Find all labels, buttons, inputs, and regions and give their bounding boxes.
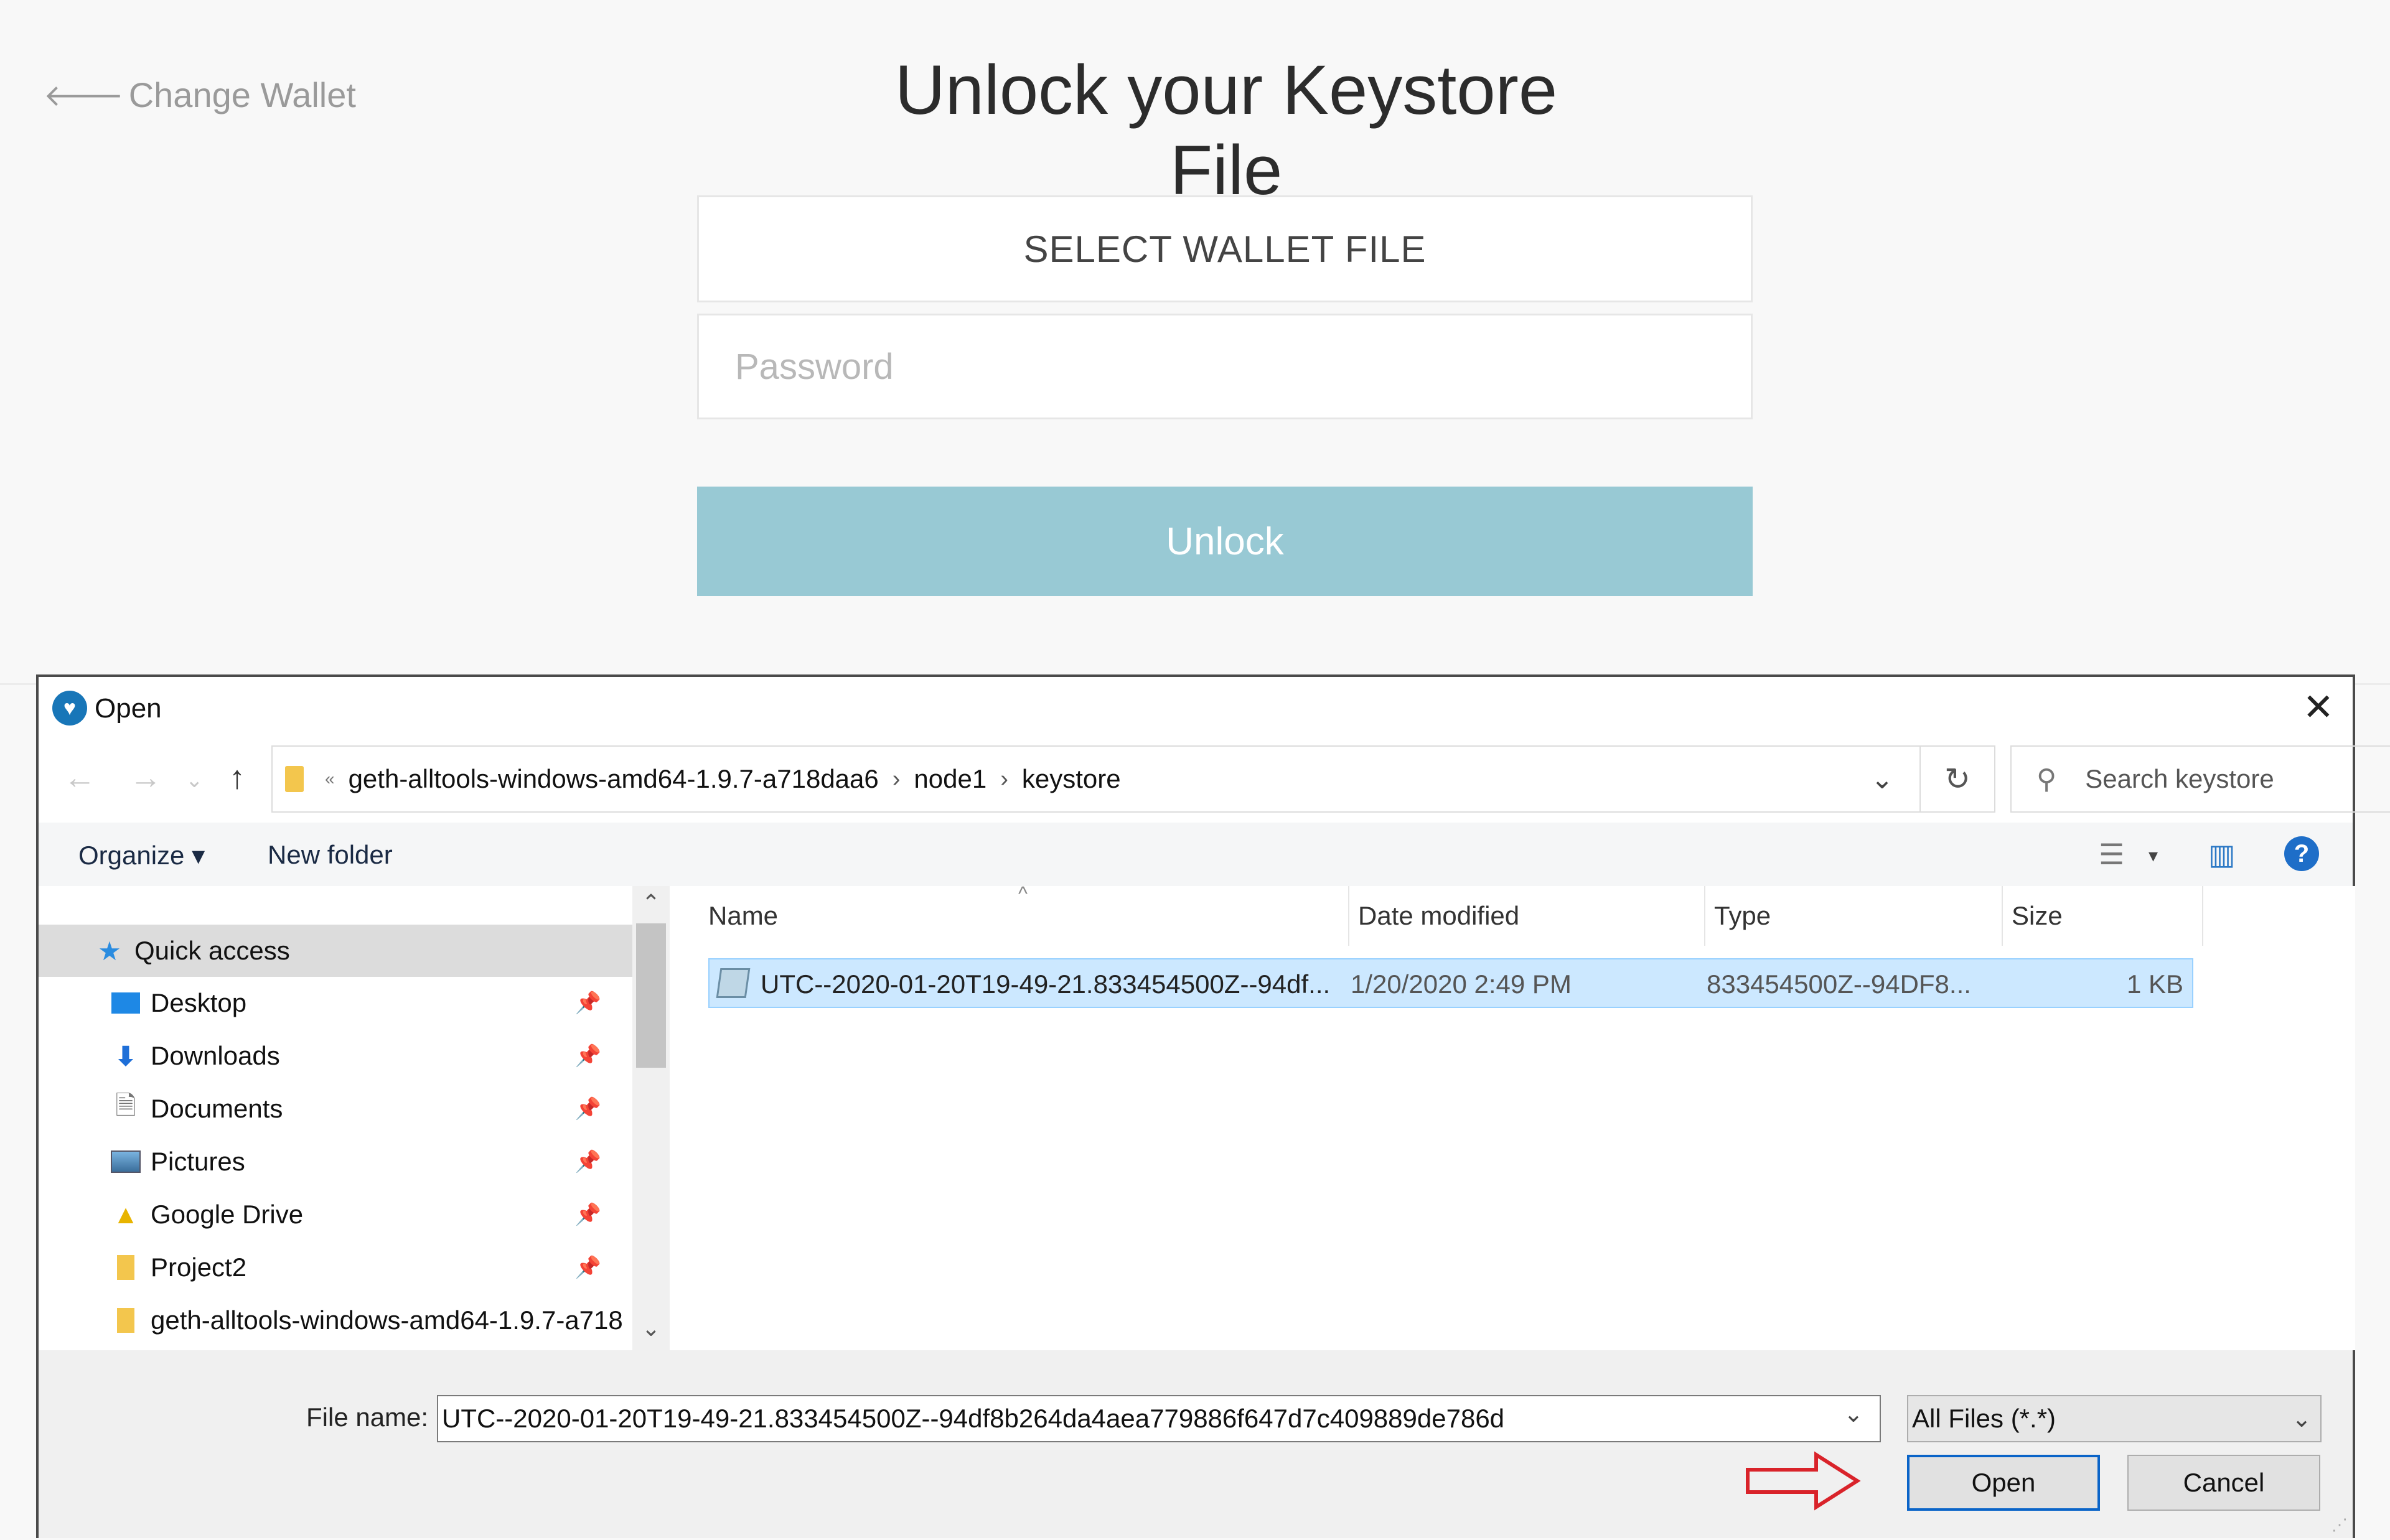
organize-menu[interactable]: Organize ▾ xyxy=(78,840,205,870)
search-icon: ⚲ xyxy=(2036,763,2057,795)
file-name-label: File name: xyxy=(306,1402,429,1432)
forward-arrow-icon[interactable]: → xyxy=(129,759,162,796)
nav-label: Downloads xyxy=(151,1041,280,1070)
google-drive-icon: ▲ xyxy=(113,1200,139,1229)
nav-item-google-drive[interactable]: ▲ Google Drive 📌 xyxy=(39,1188,632,1241)
overflow-chevron-icon[interactable]: « xyxy=(325,769,335,789)
password-input[interactable] xyxy=(697,314,1753,419)
pin-icon[interactable]: 📌 xyxy=(575,1043,601,1068)
search-box[interactable]: ⚲ Search keystore xyxy=(2010,745,2390,813)
pin-icon[interactable]: 📌 xyxy=(575,991,601,1015)
chevron-right-icon[interactable]: › xyxy=(1000,766,1008,793)
nav-label: Desktop xyxy=(151,988,247,1017)
navigation-pane: ★ Quick access Desktop 📌 ⬇ Downloads 📌 🗎… xyxy=(39,886,632,1350)
nav-item-project2[interactable]: Project2 📌 xyxy=(39,1241,632,1294)
folder-icon xyxy=(111,1308,141,1333)
nav-item-downloads[interactable]: ⬇ Downloads 📌 xyxy=(39,1030,632,1082)
chevron-right-icon[interactable]: › xyxy=(893,766,901,793)
scroll-up-icon[interactable]: ⌃ xyxy=(632,890,670,916)
search-placeholder: Search keystore xyxy=(2085,764,2274,793)
nav-label: Project2 xyxy=(151,1253,247,1282)
app-heart-icon: ♥ xyxy=(52,691,87,726)
new-folder-button[interactable]: New folder xyxy=(268,840,393,870)
dialog-toolbar: Organize ▾ New folder ☰ ▾ ▥ ? xyxy=(39,823,2353,886)
select-wallet-file-button[interactable]: SELECT WALLET FILE xyxy=(697,195,1753,302)
nav-label: Quick access xyxy=(134,936,290,965)
file-size: 1 KB xyxy=(2126,969,2183,999)
resize-grip-icon[interactable]: ⋰ xyxy=(2331,1515,2348,1534)
breadcrumb-keystore[interactable]: keystore xyxy=(1022,764,1121,794)
unlock-button[interactable]: Unlock xyxy=(697,487,1753,596)
address-bar[interactable]: « geth-alltools-windows-amd64-1.9.7-a718… xyxy=(271,745,1921,813)
recent-locations-chevron-icon[interactable]: ⌄ xyxy=(185,768,204,793)
arrow-left-icon: 🡐 xyxy=(44,80,124,113)
nav-label: Google Drive xyxy=(151,1200,304,1229)
red-arrow-hint-icon xyxy=(1746,1451,1861,1511)
scroll-thumb[interactable] xyxy=(636,923,666,1068)
pictures-icon xyxy=(111,1150,141,1173)
chevron-down-icon[interactable]: ⌄ xyxy=(1845,747,1919,811)
nav-label: Pictures xyxy=(151,1147,245,1176)
pin-icon[interactable]: 📌 xyxy=(575,1149,601,1174)
file-list: ^ Name Date modified Type Size UTC--2020… xyxy=(670,882,2355,1350)
file-type: 833454500Z--94DF8... xyxy=(1707,969,1971,999)
back-arrow-icon[interactable]: ← xyxy=(63,759,96,796)
file-name: UTC--2020-01-20T19-49-21.833454500Z--94d… xyxy=(761,969,1331,999)
nav-item-pictures[interactable]: Pictures 📌 xyxy=(39,1136,632,1188)
pin-icon[interactable]: 📌 xyxy=(575,1202,601,1227)
refresh-icon[interactable]: ↻ xyxy=(1921,745,1995,813)
breadcrumb-geth[interactable]: geth-alltools-windows-amd64-1.9.7-a718da… xyxy=(349,764,879,794)
nav-label: geth-alltools-windows-amd64-1.9.7-a718 xyxy=(151,1305,623,1335)
star-icon: ★ xyxy=(98,936,121,966)
file-name-input[interactable] xyxy=(437,1395,1881,1442)
dialog-footer: File name: ⌄ All Files (*.*) ⌄ Open Canc… xyxy=(39,1350,2353,1538)
open-button[interactable]: Open xyxy=(1907,1455,2100,1511)
open-file-dialog: ♥ Open ✕ ← → ⌄ ↑ « geth-alltools-windows… xyxy=(36,674,2390,1538)
pin-icon[interactable]: 📌 xyxy=(575,1255,601,1280)
column-header-date[interactable]: Date modified xyxy=(1349,886,1705,946)
column-header-size[interactable]: Size xyxy=(2003,886,2203,946)
file-row[interactable]: UTC--2020-01-20T19-49-21.833454500Z--94d… xyxy=(708,958,2193,1008)
file-date: 1/20/2020 2:49 PM xyxy=(1351,969,1572,999)
nav-item-geth-alltools[interactable]: geth-alltools-windows-amd64-1.9.7-a718 xyxy=(39,1294,632,1346)
cancel-button[interactable]: Cancel xyxy=(2127,1455,2320,1511)
pin-icon[interactable]: 📌 xyxy=(575,1096,601,1121)
page-title: Unlock your Keystore File xyxy=(894,51,1558,209)
chevron-down-icon: ⌄ xyxy=(2292,1406,2312,1432)
file-icon xyxy=(716,968,751,998)
up-arrow-icon[interactable]: ↑ xyxy=(229,759,245,796)
preview-pane-icon[interactable]: ▥ xyxy=(2208,838,2235,871)
change-wallet-link[interactable]: 🡐 Change Wallet xyxy=(44,75,356,115)
view-options-icon[interactable]: ☰ xyxy=(2099,838,2124,871)
column-header-type[interactable]: Type xyxy=(1705,886,2003,946)
chevron-down-icon[interactable]: ⌄ xyxy=(1844,1400,1863,1428)
desktop-icon xyxy=(111,992,141,1014)
file-type-select[interactable]: All Files (*.*) ⌄ xyxy=(1907,1395,2322,1442)
navigation-row: ← → ⌄ ↑ « geth-alltools-windows-amd64-1.… xyxy=(39,745,2390,815)
view-dropdown-icon[interactable]: ▾ xyxy=(2149,845,2158,867)
nav-label: Documents xyxy=(151,1094,283,1123)
nav-item-documents[interactable]: 🗎 Documents 📌 xyxy=(39,1083,632,1135)
nav-quick-access[interactable]: ★ Quick access xyxy=(39,925,632,977)
nav-scrollbar[interactable]: ⌃ ⌄ xyxy=(632,886,670,1350)
column-header-name[interactable]: Name xyxy=(700,886,1349,946)
scroll-down-icon[interactable]: ⌄ xyxy=(632,1315,670,1342)
change-wallet-label: Change Wallet xyxy=(128,75,356,114)
download-arrow-icon: ⬇ xyxy=(115,1041,137,1071)
close-icon[interactable]: ✕ xyxy=(2303,686,2334,729)
help-icon[interactable]: ? xyxy=(2284,836,2319,871)
dialog-titlebar: ♥ Open ✕ xyxy=(39,677,2353,739)
nav-item-desktop[interactable]: Desktop 📌 xyxy=(39,977,632,1029)
dialog-title: Open xyxy=(95,693,162,724)
folder-icon xyxy=(111,1255,141,1280)
folder-icon xyxy=(285,766,304,792)
document-icon: 🗎 xyxy=(115,1090,136,1120)
file-type-value: All Files (*.*) xyxy=(1912,1404,2056,1433)
breadcrumb-node1[interactable]: node1 xyxy=(914,764,986,794)
